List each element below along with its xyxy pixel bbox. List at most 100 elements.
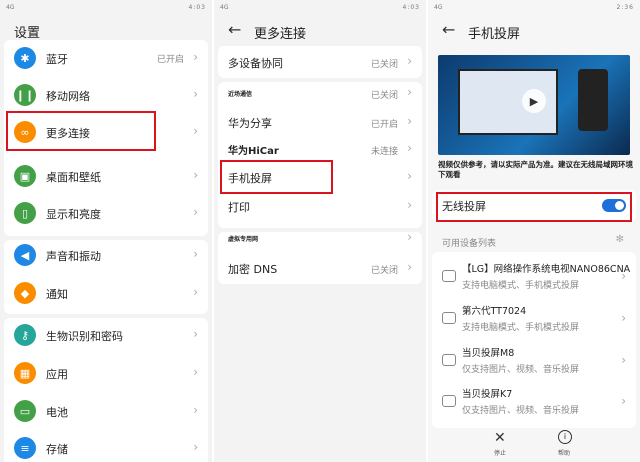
- display-icon: ▯: [14, 202, 36, 224]
- chevron-right-icon: ›: [193, 440, 198, 454]
- device-item[interactable]: 当贝投屏M8 仅支持图片、视频、音乐投屏 ›: [428, 342, 640, 380]
- chevron-right-icon: ›: [193, 365, 198, 379]
- chevron-right-icon: ›: [193, 168, 198, 182]
- connection-item[interactable]: 虚拟专用网 ›: [214, 226, 426, 250]
- chevron-right-icon: ›: [407, 85, 412, 99]
- settings-item-label: 显示和亮度: [46, 208, 101, 221]
- chevron-right-icon: ›: [407, 54, 412, 68]
- connection-item-value: 已关闭: [370, 266, 398, 276]
- clock: 4:03: [188, 3, 206, 11]
- stop-icon[interactable]: ✕: [494, 430, 506, 446]
- phone-mockup: [578, 69, 608, 131]
- highlight-screen-projection: [220, 160, 333, 194]
- bottom-bar: ✕ 停止 i 帮助: [428, 428, 640, 462]
- connection-item-label: 加密 DNS: [228, 263, 278, 276]
- wallpaper-icon: ▣: [14, 165, 36, 187]
- connection-item[interactable]: 加密 DNS › 已关闭: [214, 256, 426, 280]
- page-title: 更多连接: [254, 27, 307, 42]
- network-indicator: 4G: [434, 3, 443, 11]
- page-title: 设置: [14, 26, 41, 41]
- loading-spinner-icon: ✻: [615, 234, 624, 245]
- cast-icon: [442, 312, 456, 324]
- settings-item[interactable]: ⚷ 生物识别和密码 ›: [0, 319, 212, 351]
- highlight-more-connections: [6, 111, 156, 151]
- chevron-right-icon: ›: [407, 230, 412, 244]
- chevron-right-icon: ›: [407, 141, 412, 155]
- screen-projection-panel: 4G 2:36 ← 手机投屏 ▶ 视频仅供参考，请以实际产品为准。建议在无线局域…: [428, 0, 640, 462]
- device-name: 第六代TT7024: [462, 306, 527, 317]
- signal-icon: ❙❙: [14, 84, 36, 106]
- settings-item[interactable]: ◆ 通知 ›: [0, 277, 212, 309]
- bell-icon: ◆: [14, 282, 36, 304]
- key-icon: ⚷: [14, 324, 36, 346]
- device-item[interactable]: 【LG】网络操作系统电视NANO86CNA 支持电脑模式、手机模式投屏 ›: [428, 258, 640, 296]
- settings-item-label: 电池: [46, 406, 68, 419]
- chevron-right-icon: ›: [407, 198, 412, 212]
- highlight-wireless-projection: [436, 192, 632, 222]
- status-bar: 4G 4:03: [214, 0, 426, 14]
- device-item[interactable]: 第六代TT7024 支持电脑模式、手机模式投屏 ›: [428, 300, 640, 338]
- cast-icon: [442, 270, 456, 282]
- demo-video[interactable]: ▶: [438, 55, 630, 155]
- connection-item-label: 华为分享: [228, 117, 272, 130]
- status-bar: 4G 4:03: [0, 0, 212, 14]
- chevron-right-icon: ›: [407, 169, 412, 183]
- devices-header: 可用设备列表: [442, 239, 497, 249]
- clock: 2:36: [616, 3, 634, 11]
- device-name: 【LG】网络操作系统电视NANO86CNA: [462, 264, 631, 275]
- settings-item-label: 桌面和壁纸: [46, 171, 101, 184]
- connection-item-label: 华为HiCar: [228, 146, 279, 157]
- connection-item[interactable]: 华为分享 › 已开启: [214, 110, 426, 134]
- settings-item[interactable]: ≡ 存储 ›: [0, 432, 212, 462]
- chevron-right-icon: ›: [193, 285, 198, 299]
- chevron-right-icon: ›: [407, 260, 412, 274]
- device-name: 当贝投屏M8: [462, 348, 515, 359]
- back-arrow-icon[interactable]: ←: [228, 20, 241, 39]
- chevron-right-icon: ›: [193, 50, 198, 64]
- chevron-right-icon: ›: [407, 114, 412, 128]
- device-item[interactable]: 当贝投屏K7 仅支持图片、视频、音乐投屏 ›: [428, 383, 640, 421]
- chevron-right-icon: ›: [193, 403, 198, 417]
- play-icon[interactable]: ▶: [522, 89, 546, 113]
- chevron-right-icon: ›: [193, 124, 198, 138]
- chevron-right-icon: ›: [193, 205, 198, 219]
- back-arrow-icon[interactable]: ←: [442, 20, 455, 39]
- page-title: 手机投屏: [468, 27, 521, 42]
- chevron-right-icon: ›: [193, 87, 198, 101]
- chevron-right-icon: ›: [193, 327, 198, 341]
- connection-item[interactable]: 多设备协同 › 已关闭: [214, 50, 426, 74]
- connection-item[interactable]: 近场通信 › 已关闭: [214, 81, 426, 105]
- chevron-right-icon: ›: [193, 247, 198, 261]
- settings-item[interactable]: ◀ 声音和振动 ›: [0, 239, 212, 271]
- chevron-right-icon: ›: [621, 311, 626, 325]
- settings-item[interactable]: ▯ 显示和亮度 ›: [0, 197, 212, 229]
- connection-item-value: 已关闭: [370, 91, 398, 101]
- connection-item[interactable]: 华为HiCar › 未连接: [214, 137, 426, 161]
- apps-icon: ▦: [14, 362, 36, 384]
- settings-item-label: 移动网络: [46, 90, 90, 103]
- settings-item[interactable]: ▦ 应用 ›: [0, 357, 212, 389]
- help-icon[interactable]: i: [558, 430, 572, 444]
- chevron-right-icon: ›: [621, 353, 626, 367]
- connection-item[interactable]: 打印 ›: [214, 194, 426, 218]
- network-indicator: 4G: [6, 3, 15, 11]
- settings-item[interactable]: ▣ 桌面和壁纸 ›: [0, 160, 212, 192]
- help-label[interactable]: 帮助: [558, 448, 570, 457]
- clock: 4:03: [402, 3, 420, 11]
- connection-item-label: 虚拟专用网: [228, 236, 259, 243]
- stop-label[interactable]: 停止: [494, 448, 506, 457]
- status-bar: 4G 2:36: [428, 0, 640, 14]
- settings-item-label: 应用: [46, 368, 68, 381]
- settings-item[interactable]: ❙❙ 移动网络 ›: [0, 79, 212, 111]
- cast-icon: [442, 395, 456, 407]
- device-capability: 仅支持图片、视频、音乐投屏: [462, 406, 580, 416]
- settings-item-label: 声音和振动: [46, 250, 101, 263]
- cast-icon: [442, 354, 456, 366]
- settings-item[interactable]: ▭ 电池 ›: [0, 395, 212, 427]
- device-capability: 仅支持图片、视频、音乐投屏: [462, 365, 580, 375]
- settings-item[interactable]: ✱ 蓝牙 › 已开启: [0, 42, 212, 74]
- connection-item-label: 多设备协同: [228, 57, 283, 70]
- connection-item-label: 近场通信: [228, 91, 253, 98]
- settings-item-label: 蓝牙: [46, 53, 68, 66]
- settings-item-label: 生物识别和密码: [46, 330, 123, 343]
